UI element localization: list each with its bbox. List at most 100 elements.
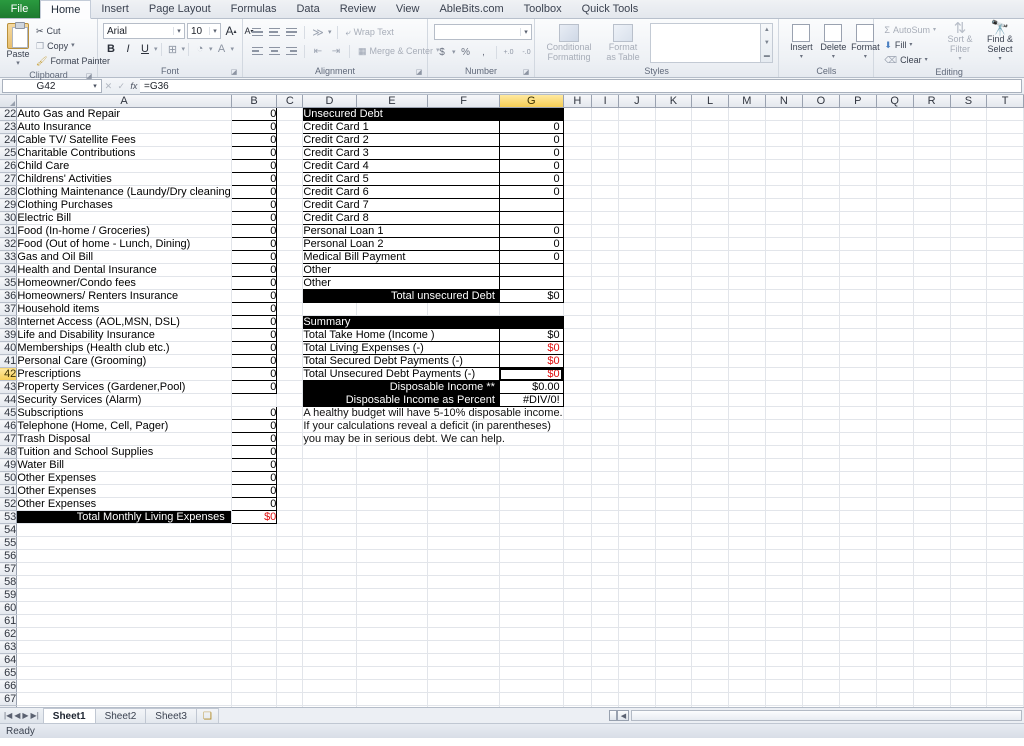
cell-J59[interactable] [618, 588, 656, 602]
chevron-down-icon[interactable]: ▾ [209, 45, 213, 53]
cell-B30[interactable]: 0 [230, 211, 278, 225]
cell-M35[interactable] [728, 276, 766, 290]
cell-B28[interactable]: 0 [230, 185, 278, 199]
cell-H64[interactable] [563, 653, 592, 667]
cell-J67[interactable] [618, 692, 656, 706]
cell-M53[interactable] [728, 510, 766, 524]
cell-K66[interactable] [655, 679, 693, 693]
cell-K33[interactable] [655, 250, 693, 264]
cell-L25[interactable] [691, 146, 729, 160]
cell-G52[interactable] [499, 497, 564, 511]
cell-D45[interactable]: A healthy budget will have 5-10% disposa… [302, 406, 564, 420]
cell-D38[interactable]: Summary [302, 315, 500, 329]
cell-M24[interactable] [728, 133, 766, 147]
cell-P41[interactable] [839, 354, 877, 368]
cell-K60[interactable] [655, 601, 693, 615]
cell-E49[interactable] [356, 458, 429, 472]
cell-G38[interactable] [498, 315, 564, 329]
chevron-down-icon[interactable]: ▾ [328, 28, 332, 36]
cell-M60[interactable] [728, 601, 766, 615]
cell-Q59[interactable] [876, 588, 914, 602]
cell-I48[interactable] [591, 445, 620, 459]
cell-D68[interactable] [302, 705, 357, 707]
cell-E57[interactable] [356, 562, 429, 576]
row-header-37[interactable]: 37 [0, 302, 18, 316]
gallery-scroll-down-button[interactable]: ▼ [761, 37, 772, 50]
cell-K46[interactable] [655, 419, 693, 433]
cell-O37[interactable] [802, 302, 840, 316]
cell-S42[interactable] [950, 367, 988, 381]
cell-I28[interactable] [591, 185, 620, 199]
cell-A36[interactable]: Homeowners/ Renters Insurance [16, 289, 232, 303]
cell-P55[interactable] [839, 536, 877, 550]
column-header-a[interactable]: A [16, 95, 232, 108]
cell-O48[interactable] [802, 445, 840, 459]
cell-N63[interactable] [765, 640, 803, 654]
cell-O42[interactable] [802, 367, 840, 381]
cell-K53[interactable] [655, 510, 693, 524]
cell-T43[interactable] [986, 380, 1024, 394]
cell-L33[interactable] [691, 250, 729, 264]
align-bottom-button[interactable] [284, 25, 299, 39]
cell-J46[interactable] [618, 419, 656, 433]
italic-button[interactable]: I [120, 41, 136, 57]
row-header-38[interactable]: 38 [0, 315, 18, 329]
cell-M45[interactable] [728, 406, 766, 420]
row-header-51[interactable]: 51 [0, 484, 18, 498]
cell-R25[interactable] [913, 146, 951, 160]
cell-O27[interactable] [802, 172, 840, 186]
cell-G55[interactable] [499, 536, 564, 550]
cell-J39[interactable] [618, 328, 656, 342]
cell-B48[interactable]: 0 [230, 445, 278, 459]
cell-R63[interactable] [913, 640, 951, 654]
cell-T65[interactable] [986, 666, 1024, 680]
cell-M61[interactable] [728, 614, 766, 628]
cell-I35[interactable] [591, 276, 620, 290]
cell-A25[interactable]: Charitable Contributions [16, 146, 232, 160]
currency-format-button[interactable]: $ [434, 44, 450, 60]
cell-C42[interactable] [276, 367, 304, 381]
cell-B49[interactable]: 0 [230, 458, 278, 472]
cell-D27[interactable]: Credit Card 5 [302, 172, 500, 186]
cell-H34[interactable] [563, 263, 592, 277]
cell-O38[interactable] [802, 315, 840, 329]
cell-J32[interactable] [618, 237, 656, 251]
cell-I31[interactable] [591, 224, 620, 238]
cell-G62[interactable] [499, 627, 564, 641]
cell-G50[interactable] [499, 471, 564, 485]
cell-C60[interactable] [276, 601, 304, 615]
cell-C34[interactable] [276, 263, 304, 277]
cell-K29[interactable] [655, 198, 693, 212]
cell-B46[interactable]: 0 [230, 419, 278, 433]
clipboard-dialog-launcher[interactable]: ◪ [85, 73, 93, 81]
fill-button[interactable]: ⬇ Fill ▾ [881, 38, 939, 52]
column-header-q[interactable]: Q [876, 95, 914, 108]
cell-F52[interactable] [427, 497, 500, 511]
cell-Q30[interactable] [876, 211, 914, 225]
cell-I33[interactable] [591, 250, 620, 264]
cell-G39[interactable]: $0 [498, 328, 564, 342]
cell-M30[interactable] [728, 211, 766, 225]
cell-N51[interactable] [765, 484, 803, 498]
cell-D23[interactable]: Credit Card 1 [302, 120, 500, 134]
cell-G54[interactable] [499, 523, 564, 537]
cell-J30[interactable] [618, 211, 656, 225]
cell-B58[interactable] [231, 575, 278, 589]
cell-C55[interactable] [276, 536, 304, 550]
tab-view[interactable]: View [386, 0, 430, 18]
cell-G44[interactable]: #DIV/0! [498, 393, 564, 407]
cell-J58[interactable] [618, 575, 656, 589]
font-color-button[interactable]: A [214, 41, 230, 57]
row-header-63[interactable]: 63 [0, 640, 18, 654]
cell-B22[interactable]: 0 [230, 107, 278, 121]
cell-C59[interactable] [276, 588, 304, 602]
cell-N31[interactable] [765, 224, 803, 238]
cell-A43[interactable]: Property Services (Gardener,Pool) [16, 380, 232, 394]
cell-L58[interactable] [691, 575, 729, 589]
cell-E52[interactable] [356, 497, 429, 511]
cell-B27[interactable]: 0 [230, 172, 278, 186]
column-header-l[interactable]: L [691, 95, 729, 108]
row-header-54[interactable]: 54 [0, 523, 18, 537]
cell-B33[interactable]: 0 [230, 250, 278, 264]
cell-E61[interactable] [356, 614, 429, 628]
